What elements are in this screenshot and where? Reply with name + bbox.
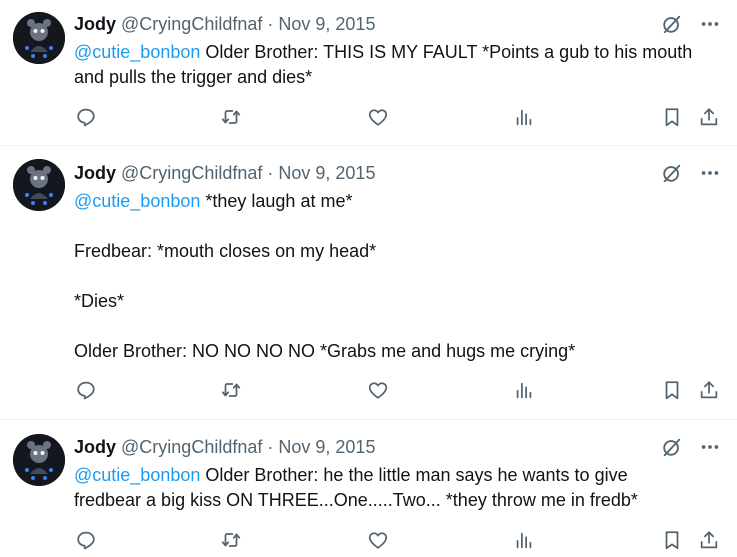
avatar[interactable] bbox=[13, 434, 65, 486]
tweet-header: Jody @CryingChildfnaf · Nov 9, 2015 bbox=[74, 162, 375, 184]
tweet-date[interactable]: Nov 9, 2015 bbox=[278, 14, 375, 34]
like-icon[interactable] bbox=[366, 378, 390, 402]
tweet[interactable]: Jody @CryingChildfnaf · Nov 9, 2015 @cut… bbox=[0, 420, 737, 557]
mention-link[interactable]: @cutie_bonbon bbox=[74, 42, 200, 62]
tweet-header: Jody @CryingChildfnaf · Nov 9, 2015 bbox=[74, 13, 375, 35]
tweet-text: fredbear a big kiss ON THREE...One.....T… bbox=[74, 490, 638, 510]
action-bar bbox=[74, 528, 721, 552]
header-icons bbox=[661, 436, 721, 458]
tweet-body: @cutie_bonbon Older Brother: THIS IS MY … bbox=[74, 40, 724, 90]
author-handle[interactable]: @CryingChildfnaf bbox=[121, 14, 262, 34]
views-icon[interactable] bbox=[512, 528, 536, 552]
tweet-text: and pulls the trigger and dies* bbox=[74, 67, 313, 87]
bookmark-icon[interactable] bbox=[660, 378, 684, 402]
more-icon[interactable] bbox=[699, 162, 721, 184]
more-icon[interactable] bbox=[699, 436, 721, 458]
mention-link[interactable]: @cutie_bonbon bbox=[74, 465, 200, 485]
bookmark-icon[interactable] bbox=[660, 105, 684, 129]
tweet-text: Older Brother: he the little man says he… bbox=[200, 465, 628, 485]
separator: · bbox=[267, 437, 274, 457]
author-handle[interactable]: @CryingChildfnaf bbox=[121, 437, 262, 457]
share-icon[interactable] bbox=[697, 105, 721, 129]
author-name[interactable]: Jody bbox=[74, 437, 116, 457]
share-icon[interactable] bbox=[697, 378, 721, 402]
reply-icon[interactable] bbox=[74, 528, 98, 552]
tweet-body: @cutie_bonbon Older Brother: he the litt… bbox=[74, 463, 724, 513]
header-icons bbox=[661, 13, 721, 35]
separator: · bbox=[267, 14, 274, 34]
reply-icon[interactable] bbox=[74, 378, 98, 402]
separator: · bbox=[267, 163, 274, 183]
tweet-date[interactable]: Nov 9, 2015 bbox=[278, 437, 375, 457]
author-name[interactable]: Jody bbox=[74, 14, 116, 34]
retweet-icon[interactable] bbox=[219, 378, 243, 402]
like-icon[interactable] bbox=[366, 528, 390, 552]
tweet[interactable]: Jody @CryingChildfnaf · Nov 9, 2015 @cut… bbox=[0, 146, 737, 420]
retweet-icon[interactable] bbox=[219, 528, 243, 552]
action-bar bbox=[74, 378, 721, 402]
views-icon[interactable] bbox=[512, 105, 536, 129]
header-icons bbox=[661, 162, 721, 184]
tweet-date[interactable]: Nov 9, 2015 bbox=[278, 163, 375, 183]
like-icon[interactable] bbox=[366, 105, 390, 129]
avatar[interactable] bbox=[13, 159, 65, 211]
author-handle[interactable]: @CryingChildfnaf bbox=[121, 163, 262, 183]
action-bar bbox=[74, 105, 721, 129]
grok-icon[interactable] bbox=[661, 436, 683, 458]
tweet[interactable]: Jody @CryingChildfnaf · Nov 9, 2015 @cut… bbox=[0, 0, 737, 146]
avatar[interactable] bbox=[13, 12, 65, 64]
more-icon[interactable] bbox=[699, 13, 721, 35]
grok-icon[interactable] bbox=[661, 13, 683, 35]
retweet-icon[interactable] bbox=[219, 105, 243, 129]
share-icon[interactable] bbox=[697, 528, 721, 552]
mention-link[interactable]: @cutie_bonbon bbox=[74, 191, 200, 211]
tweet-text: *Dies* bbox=[74, 291, 125, 311]
tweet-text: Older Brother: NO NO NO NO *Grabs me and… bbox=[74, 341, 576, 361]
tweet-header: Jody @CryingChildfnaf · Nov 9, 2015 bbox=[74, 436, 375, 458]
tweet-text: Fredbear: *mouth closes on my head* bbox=[74, 241, 377, 261]
tweet-body: @cutie_bonbon *they laugh at me* Fredbea… bbox=[74, 189, 724, 364]
grok-icon[interactable] bbox=[661, 162, 683, 184]
tweet-text: Older Brother: THIS IS MY FAULT *Points … bbox=[200, 42, 693, 62]
author-name[interactable]: Jody bbox=[74, 163, 116, 183]
bookmark-icon[interactable] bbox=[660, 528, 684, 552]
tweet-text: *they laugh at me* bbox=[200, 191, 353, 211]
reply-icon[interactable] bbox=[74, 105, 98, 129]
views-icon[interactable] bbox=[512, 378, 536, 402]
